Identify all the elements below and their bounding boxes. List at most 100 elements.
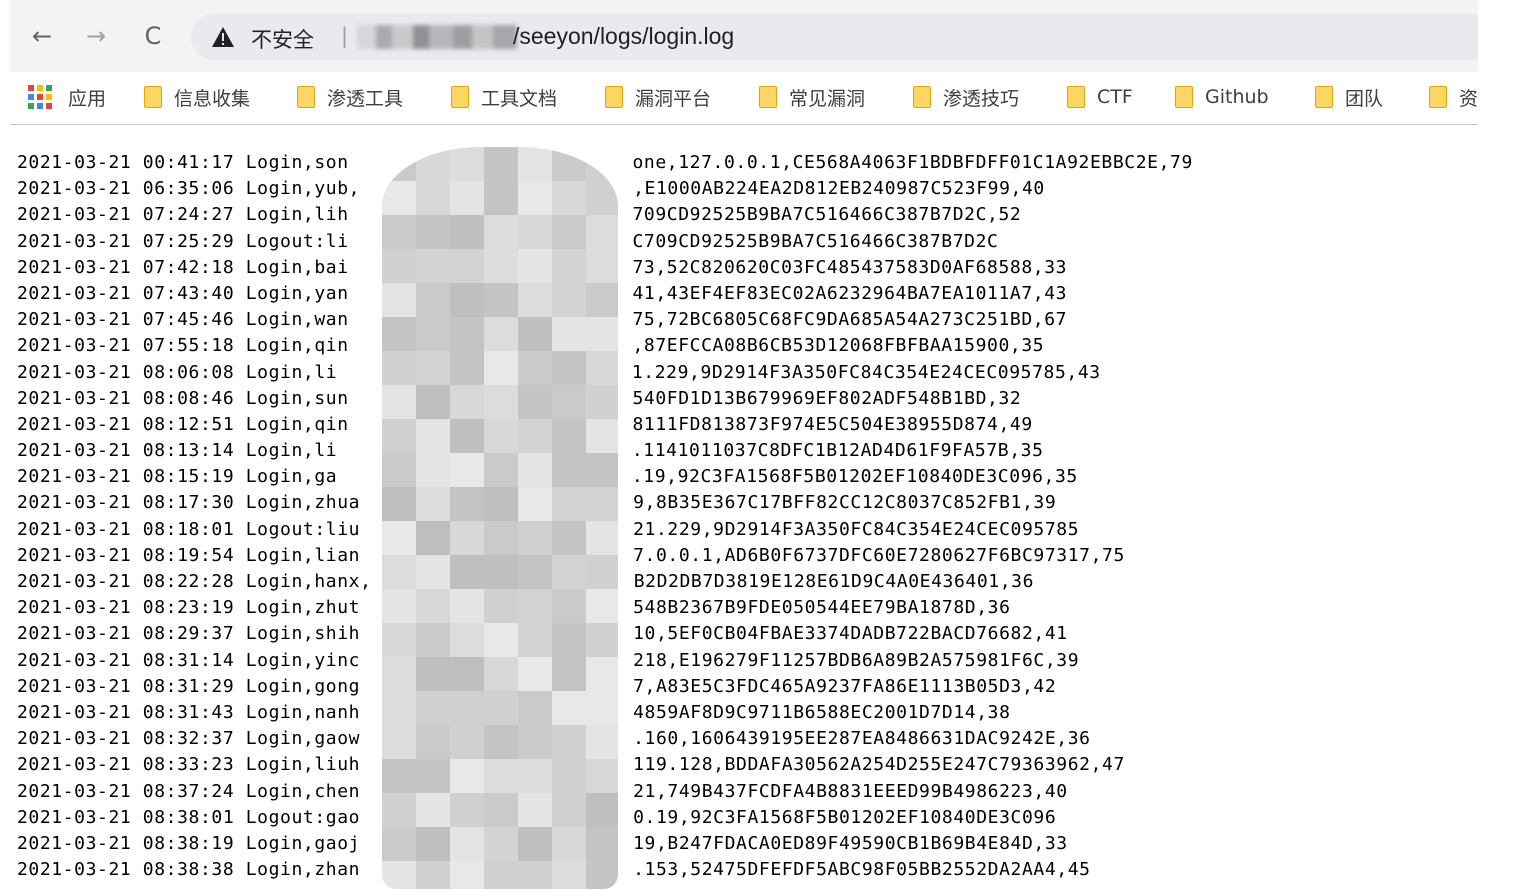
mosaic-cell <box>450 351 484 385</box>
mosaic-cell <box>382 793 416 827</box>
log-line-tail: .19,92C3FA1568F5B01202EF10840DE3C096,35 <box>631 466 1078 488</box>
mosaic-cell <box>518 147 552 181</box>
log-line-tail: 709CD92525B9BA7C516466C387B7D2C,52 <box>632 204 1022 226</box>
bookmark-label: 资 <box>1459 87 1478 110</box>
log-line-tail: 75,72BC6805C68FC9DA685A54A273C251BD,67 <box>632 309 1068 331</box>
log-line-head: 2021-03-21 08:06:08 Login,li <box>17 361 338 383</box>
mosaic-cell <box>586 453 618 487</box>
log-line-head: 2021-03-21 08:18:01 Logout:liu <box>17 518 361 540</box>
bookmark-item[interactable]: 资 <box>1429 82 1478 112</box>
mosaic-cell <box>586 793 618 827</box>
mosaic-cell <box>586 521 618 555</box>
bookmark-item[interactable]: 常见漏洞 <box>759 82 865 112</box>
bookmark-item[interactable]: CTF <box>1067 82 1133 112</box>
bookmark-item[interactable]: 信息收集 <box>144 82 250 112</box>
mosaic-cell <box>518 317 552 351</box>
log-content: 2021-03-21 00:41:17 Login,son one,127.0.0… <box>10 125 1478 889</box>
log-line-tail: .153,52475DFEFDF5ABC98F05BB2552DA2AA4,45 <box>633 859 1091 881</box>
apps-grid-icon <box>28 85 52 109</box>
folder-icon <box>297 86 315 108</box>
mosaic-cell <box>450 249 484 283</box>
folder-icon <box>759 86 777 108</box>
log-line-tail: 10,5EF0CB04FBAE3374DADB722BACD76682,41 <box>633 623 1068 645</box>
bookmark-item[interactable]: 渗透工具 <box>297 82 403 112</box>
folder-icon <box>144 86 162 108</box>
mosaic-cell <box>450 385 484 419</box>
mosaic-cell <box>586 589 618 623</box>
mosaic-cell <box>484 147 518 181</box>
mosaic-cell <box>552 589 586 623</box>
mosaic-cell <box>416 453 450 487</box>
mosaic-cell <box>484 623 518 657</box>
bookmark-item[interactable]: 工具文档 <box>451 82 557 112</box>
mosaic-cell <box>416 657 450 691</box>
mosaic-cell <box>518 453 552 487</box>
address-bar[interactable]: 不安全 | /seeyon/logs/login.log <box>191 14 1478 60</box>
browser-toolbar: ← → C 不安全 | /seeyon/logs/login.log <box>10 0 1478 72</box>
mosaic-cell <box>416 385 450 419</box>
forward-arrow-icon[interactable]: → <box>78 18 114 54</box>
log-line-tail: 218,E196279F11257BDB6A89B2A575981F6C,39 <box>633 649 1080 671</box>
folder-icon <box>913 86 931 108</box>
mosaic-cell <box>382 521 416 555</box>
mosaic-cell <box>416 419 450 453</box>
mosaic-cell <box>450 555 484 589</box>
mosaic-cell <box>484 249 518 283</box>
mosaic-cell <box>484 691 518 725</box>
back-arrow-icon[interactable]: ← <box>24 18 60 54</box>
bookmark-item[interactable]: 渗透技巧 <box>913 82 1019 112</box>
bookmark-label: 团队 <box>1345 87 1384 110</box>
mosaic-cell <box>484 283 518 317</box>
url-path[interactable]: /seeyon/logs/login.log <box>513 23 734 50</box>
mosaic-cell <box>450 623 484 657</box>
mosaic-cell <box>484 725 518 759</box>
mosaic-cell <box>416 521 450 555</box>
log-line-head: 2021-03-21 08:32:37 Login,gaow <box>17 728 361 750</box>
mosaic-cell <box>586 317 618 351</box>
log-line-tail: .1141011037C8DFC1B12AD4D61F9FA57B,35 <box>631 440 1044 462</box>
mosaic-cell <box>450 589 484 623</box>
warning-triangle-icon[interactable] <box>211 26 235 48</box>
log-line-tail: B2D2DB7D3819E128E61D9C4A0E436401,36 <box>633 571 1035 592</box>
mosaic-cell <box>416 759 450 793</box>
mosaic-cell <box>552 555 586 589</box>
log-line-head: 2021-03-21 07:25:29 Logout:li <box>17 230 349 252</box>
mosaic-cell <box>484 793 518 827</box>
mosaic-cell <box>552 419 586 453</box>
mosaic-cell <box>518 181 552 215</box>
bookmark-item[interactable]: 应用 <box>28 82 106 112</box>
folder-icon <box>1067 86 1085 108</box>
mosaic-cell <box>552 487 586 521</box>
mosaic-cell <box>552 759 586 793</box>
log-line-tail: 4859AF8D9C9711B6588EC2001D7D14,38 <box>633 701 1011 723</box>
mosaic-cell <box>450 419 484 453</box>
reload-icon[interactable]: C <box>135 18 171 54</box>
log-line-tail: 7.0.0.1,AD6B0F6737DFC60E7280627F6BC97317… <box>633 544 1125 566</box>
security-label[interactable]: 不安全 <box>251 24 314 54</box>
log-line-head: 2021-03-21 08:13:14 Login,li <box>17 440 338 462</box>
mosaic-cell <box>382 147 416 181</box>
log-line-tail: 7,A83E5C3FDC465A9237FA86E1113B05D3,42 <box>633 675 1057 697</box>
mosaic-cell <box>450 453 484 487</box>
log-line-head: 2021-03-21 08:31:29 Login,gong <box>17 675 361 697</box>
mosaic-cell <box>382 487 416 521</box>
mosaic-cell <box>552 249 586 283</box>
mosaic-cell <box>382 453 416 487</box>
mosaic-cell <box>586 759 618 793</box>
mosaic-cell <box>518 589 552 623</box>
bookmark-label: Github <box>1205 86 1269 108</box>
mosaic-cell <box>518 827 552 861</box>
folder-icon <box>605 86 623 108</box>
mosaic-cell <box>450 147 484 181</box>
mosaic-cell <box>518 419 552 453</box>
mosaic-cell <box>416 623 450 657</box>
log-line-tail: C709CD92525B9BA7C516466C387B7D2C <box>632 230 999 252</box>
mosaic-cell <box>552 317 586 351</box>
folder-icon <box>1315 86 1333 108</box>
bookmark-item[interactable]: Github <box>1175 82 1269 112</box>
bookmark-item[interactable]: 漏洞平台 <box>605 82 711 112</box>
folder-icon <box>1429 86 1447 108</box>
mosaic-cell <box>484 419 518 453</box>
bookmark-item[interactable]: 团队 <box>1315 82 1383 112</box>
mosaic-cell <box>382 589 416 623</box>
